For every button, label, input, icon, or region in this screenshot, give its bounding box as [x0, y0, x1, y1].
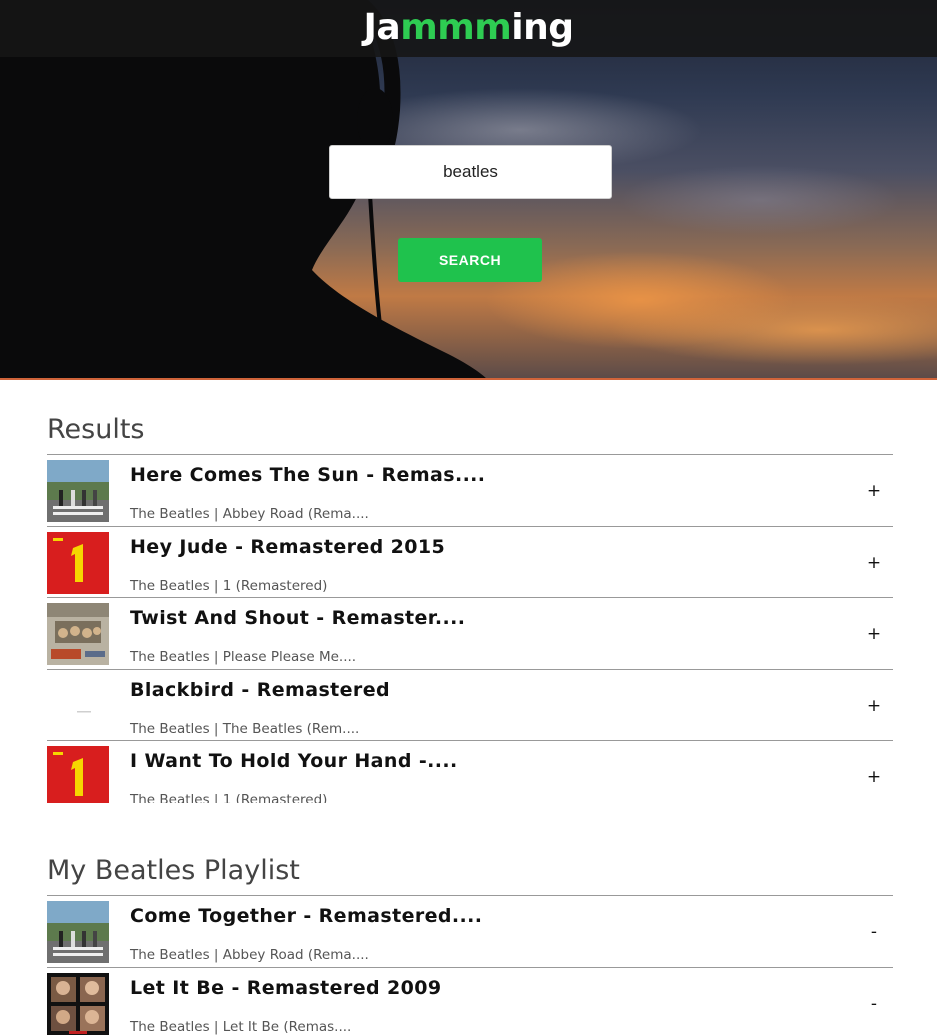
result-track-row: I Want To Hold Your Hand -.... The Beatl…	[47, 741, 893, 803]
track-artist-album: The Beatles | Abbey Road (Rema....	[130, 506, 369, 522]
abbey-road-cover-image	[47, 460, 109, 522]
one-album-cover-image	[47, 531, 109, 594]
let-it-be-cover-image	[47, 972, 109, 1035]
results-section: Results Here Comes The Sun - Remas.... T…	[47, 410, 893, 803]
playlist-section: My Beatles Playlist Come Together - Rema…	[47, 851, 893, 1036]
track-name: Blackbird - Remastered	[130, 678, 390, 701]
app-logo: Jammming	[364, 6, 574, 50]
track-artist-album: The Beatles | Abbey Road (Rema....	[130, 947, 369, 963]
remove-track-button[interactable]: -	[863, 920, 885, 944]
add-track-button[interactable]: +	[863, 622, 885, 646]
logo-part-3: ing	[511, 7, 574, 48]
one-album-cover-image	[47, 746, 109, 803]
white-album-cover-image	[47, 674, 109, 737]
logo-part-1: Ja	[363, 7, 401, 48]
track-name: Come Together - Remastered....	[130, 905, 483, 927]
logo-part-2: mmm	[400, 7, 512, 48]
please-please-me-cover-image	[47, 603, 109, 665]
track-artist-album: The Beatles | 1 (Remastered)	[130, 792, 328, 803]
search-input[interactable]	[329, 145, 612, 199]
playlist-title[interactable]: My Beatles Playlist	[47, 851, 893, 891]
playlist-track-row: Come Together - Remastered.... The Beatl…	[47, 896, 893, 968]
remove-track-button[interactable]: -	[863, 992, 885, 1016]
hero-divider	[0, 378, 937, 380]
results-title: Results	[47, 414, 145, 445]
playlist-list: Come Together - Remastered.... The Beatl…	[47, 895, 893, 1036]
track-artist-album: The Beatles | Let It Be (Remas....	[130, 1018, 352, 1035]
add-track-button[interactable]: +	[863, 479, 885, 503]
track-name: Hey Jude - Remastered 2015	[130, 535, 446, 558]
results-list[interactable]: Here Comes The Sun - Remas.... The Beatl…	[47, 454, 893, 803]
add-track-button[interactable]: +	[863, 765, 885, 789]
track-name: Let It Be - Remastered 2009	[130, 976, 442, 999]
track-artist-album: The Beatles | 1 (Remastered)	[130, 577, 328, 594]
top-bar: Jammming	[0, 0, 937, 57]
result-track-row: Blackbird - Remastered The Beatles | The…	[47, 670, 893, 741]
add-track-button[interactable]: +	[863, 551, 885, 575]
track-name: Twist And Shout - Remaster....	[130, 607, 466, 629]
result-track-row: Hey Jude - Remastered 2015 The Beatles |…	[47, 527, 893, 598]
result-track-row: Here Comes The Sun - Remas.... The Beatl…	[47, 455, 893, 527]
search-button[interactable]: SEARCH	[398, 238, 542, 282]
track-name: I Want To Hold Your Hand -....	[130, 750, 458, 772]
abbey-road-cover-image	[47, 901, 109, 963]
track-artist-album: The Beatles | Please Please Me....	[130, 649, 357, 665]
track-name: Here Comes The Sun - Remas....	[130, 464, 486, 486]
hero-banner: Jammming SEARCH	[0, 0, 937, 380]
add-track-button[interactable]: +	[863, 694, 885, 718]
result-track-row: Twist And Shout - Remaster.... The Beatl…	[47, 598, 893, 670]
playlist-track-row: Let It Be - Remastered 2009 The Beatles …	[47, 968, 893, 1036]
track-artist-album: The Beatles | The Beatles (Rem....	[130, 720, 360, 737]
